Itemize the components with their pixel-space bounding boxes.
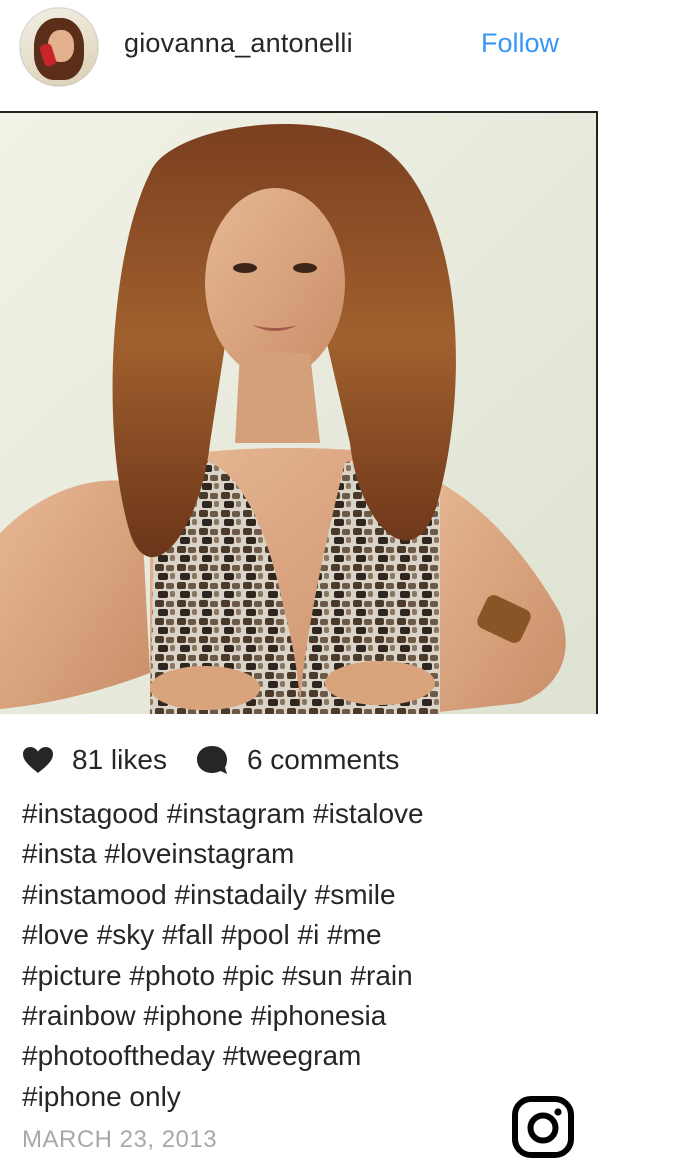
caption-line[interactable]: #picture #photo #pic #sun #rain <box>22 956 582 996</box>
caption-line[interactable]: #love #sky #fall #pool #i #me <box>22 915 582 955</box>
caption-line[interactable]: #rainbow #iphone #iphonesia <box>22 996 582 1036</box>
post-stats: 81 likes 6 comments <box>22 740 399 780</box>
likes-count[interactable]: 81 likes <box>72 744 167 776</box>
username[interactable]: giovanna_antonelli <box>124 28 353 59</box>
caption-line[interactable]: #insta #loveinstagram <box>22 834 582 874</box>
caption-line[interactable]: #iphone only <box>22 1077 582 1117</box>
instagram-logo-icon[interactable] <box>511 1095 575 1159</box>
caption-line[interactable]: #photooftheday #tweegram <box>22 1036 582 1076</box>
follow-button[interactable]: Follow <box>481 28 559 59</box>
post-caption: #instagood #instagram #istalove #insta #… <box>22 794 582 1117</box>
post-header: giovanna_antonelli Follow <box>0 0 700 95</box>
caption-line[interactable]: #instamood #instadaily #smile <box>22 875 582 915</box>
post-photo-image <box>0 113 596 714</box>
caption-line[interactable]: #instagood #instagram #istalove <box>22 794 582 834</box>
comment-bubble-icon[interactable] <box>195 744 229 776</box>
avatar[interactable] <box>20 8 98 86</box>
heart-icon[interactable] <box>22 746 54 774</box>
post-photo[interactable] <box>0 111 598 714</box>
instagram-post: giovanna_antonelli Follow 81 likes 6 com… <box>0 0 700 1159</box>
comments-count[interactable]: 6 comments <box>247 744 400 776</box>
post-date: MARCH 23, 2013 <box>22 1126 218 1153</box>
